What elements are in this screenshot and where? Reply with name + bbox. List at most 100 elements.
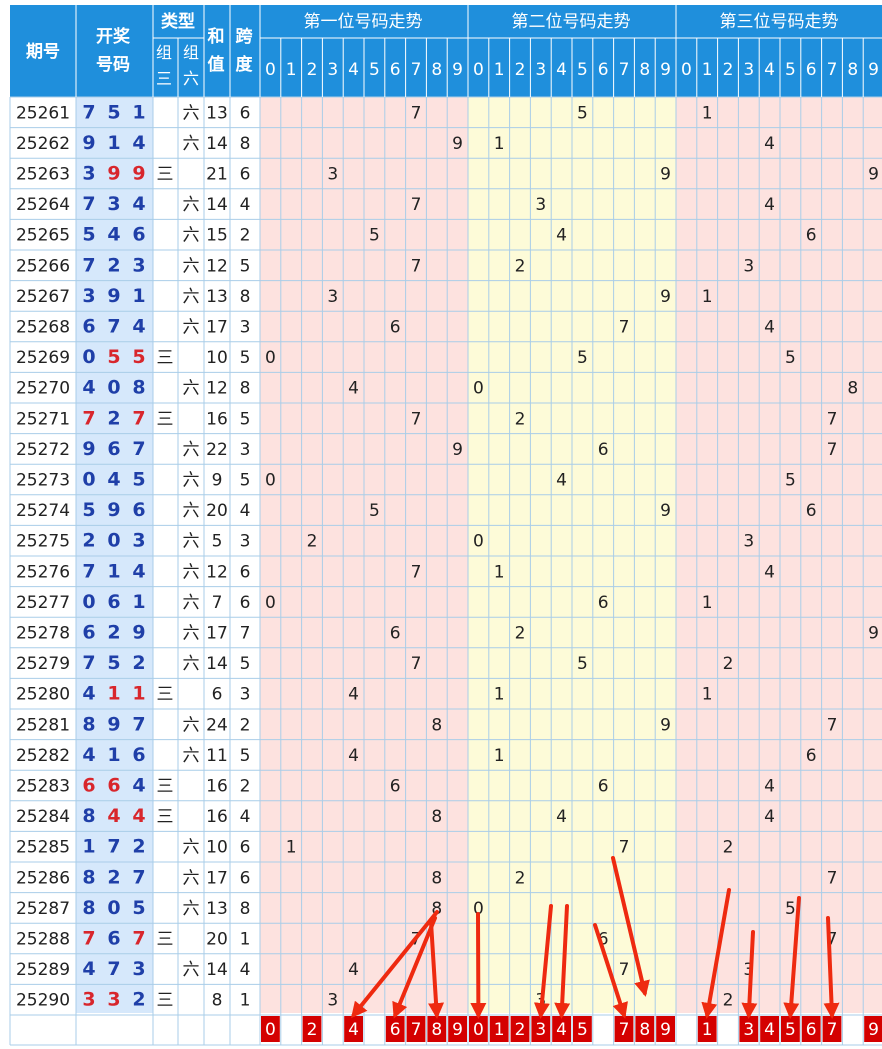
trend-mark-pos1: 7 [411,195,422,215]
trend-mark-pos3: 3 [743,256,754,276]
period-cell: 25278 [16,624,70,644]
trend-mark-pos3: 6 [806,746,817,766]
draw-digit: 4 [132,132,145,154]
type-g6-cell: 六 [183,195,200,215]
sum-cell: 9 [212,471,223,491]
header-digit-4: 4 [764,60,775,80]
draw-digit: 2 [107,866,120,888]
period-cell: 25269 [16,348,70,368]
trend-mark-pos1: 3 [327,991,338,1011]
draw-digit: 0 [82,591,95,613]
span-cell: 5 [240,256,251,276]
draw-digit: 6 [132,744,145,766]
span-cell: 2 [240,777,251,797]
type-g6-cell: 六 [183,562,200,582]
trend-mark-pos1: 0 [265,593,276,613]
period-cell: 25273 [16,471,70,491]
period-cell: 25283 [16,777,70,797]
trend-mark-pos1: 0 [265,471,276,491]
draw-digit: 6 [82,316,95,338]
span-cell: 6 [240,868,251,888]
draw-digit: 1 [107,132,120,154]
header-draw-line2: 号码 [96,55,130,75]
trend-mark-pos2: 2 [515,868,526,888]
trend-mark-pos2: 1 [494,562,505,582]
trend-mark-pos3: 7 [827,440,838,460]
draw-digit: 1 [107,744,120,766]
header-digit-3: 3 [535,60,546,80]
prediction-digit: 8 [639,1020,650,1040]
draw-digit: 7 [132,713,145,735]
sum-cell: 22 [206,440,228,460]
span-cell: 5 [240,746,251,766]
prediction-digit: 4 [556,1020,567,1040]
span-cell: 3 [240,318,251,338]
header-digit-1: 1 [494,60,505,80]
prediction-digit: 3 [535,1020,546,1040]
span-cell: 1 [240,930,251,950]
prediction-digit: 3 [743,1020,754,1040]
sum-cell: 17 [206,318,228,338]
sum-cell: 7 [212,593,223,613]
header-digit-2: 2 [515,60,526,80]
type-g6-cell: 六 [183,838,200,858]
draw-digit: 3 [82,989,95,1011]
draw-digit: 7 [132,438,145,460]
type-g6-cell: 六 [183,501,200,521]
draw-digit: 7 [82,407,95,429]
prediction-digit: 1 [702,1020,713,1040]
draw-digit: 1 [132,683,145,705]
sum-cell: 14 [206,134,228,154]
span-cell: 4 [240,195,251,215]
span-cell: 5 [240,409,251,429]
span-cell: 6 [240,593,251,613]
period-cell: 25290 [16,991,70,1011]
header-digit-7: 7 [619,60,630,80]
draw-digit: 0 [107,897,120,919]
draw-digit: 2 [107,254,120,276]
span-cell: 3 [240,685,251,705]
draw-digit: 3 [132,530,145,552]
type-g3-cell: 三 [157,348,174,368]
trend-mark-pos2: 7 [619,318,630,338]
type-g6-cell: 六 [183,960,200,980]
span-cell: 5 [240,471,251,491]
sum-cell: 15 [206,226,228,246]
sum-cell: 14 [206,960,228,980]
span-cell: 8 [240,899,251,919]
trend-mark-pos3: 7 [827,868,838,888]
header-pos2: 第二位号码走势 [512,12,631,32]
draw-digit: 7 [82,652,95,674]
draw-digit: 4 [132,560,145,582]
header-digit-5: 5 [785,60,796,80]
draw-digit: 1 [107,683,120,705]
draw-digit: 9 [107,499,120,521]
draw-digit: 5 [107,346,120,368]
trend-mark-pos1: 8 [431,715,442,735]
sum-cell: 14 [206,195,228,215]
trend-mark-pos3: 3 [743,532,754,552]
period-cell: 25271 [16,409,70,429]
period-cell: 25270 [16,379,70,399]
type-g6-cell: 六 [183,532,200,552]
draw-digit: 2 [107,407,120,429]
type-g6-cell: 六 [183,134,200,154]
trend-mark-pos1: 8 [431,868,442,888]
trend-mark-pos2: 4 [556,226,567,246]
trend-mark-pos1: 5 [369,226,380,246]
header-digit-6: 6 [598,60,609,80]
type-g3-cell: 三 [157,685,174,705]
header-digit-1: 1 [702,60,713,80]
period-cell: 25267 [16,287,70,307]
draw-digit: 6 [82,775,95,797]
draw-digit: 1 [132,101,145,123]
span-cell: 5 [240,654,251,674]
draw-digit: 9 [82,438,95,460]
draw-digit: 1 [107,560,120,582]
type-g6-cell: 六 [183,256,200,276]
period-cell: 25261 [16,103,70,123]
period-cell: 25287 [16,899,70,919]
sum-cell: 16 [206,409,228,429]
trend-mark-pos3: 8 [847,379,858,399]
trend-mark-pos2: 9 [660,715,671,735]
